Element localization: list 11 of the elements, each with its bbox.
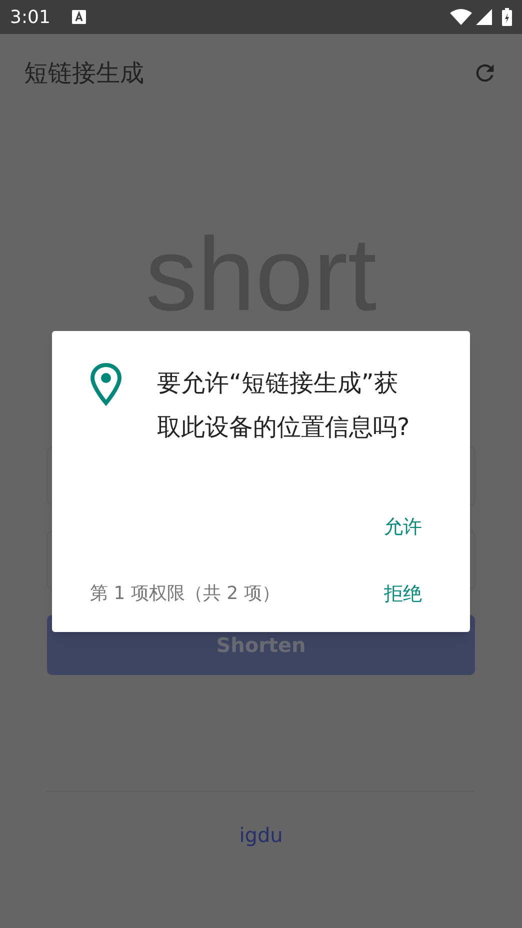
status-time: 3:01 bbox=[10, 6, 50, 30]
permission-progress-text: 第 1 项权限（共 2 项） bbox=[90, 582, 280, 606]
deny-button[interactable]: 拒绝 bbox=[384, 580, 422, 608]
keyboard-notification-icon bbox=[72, 10, 86, 24]
location-pin-icon bbox=[90, 363, 122, 406]
allow-button[interactable]: 允许 bbox=[384, 513, 422, 542]
signal-icon bbox=[476, 9, 492, 25]
battery-icon bbox=[502, 8, 512, 26]
wifi-icon bbox=[450, 9, 472, 25]
app-title: 短链接生成 bbox=[24, 58, 144, 89]
dialog-message: 要允许“短链接生成”获取此设备的位置信息吗? bbox=[157, 368, 411, 443]
